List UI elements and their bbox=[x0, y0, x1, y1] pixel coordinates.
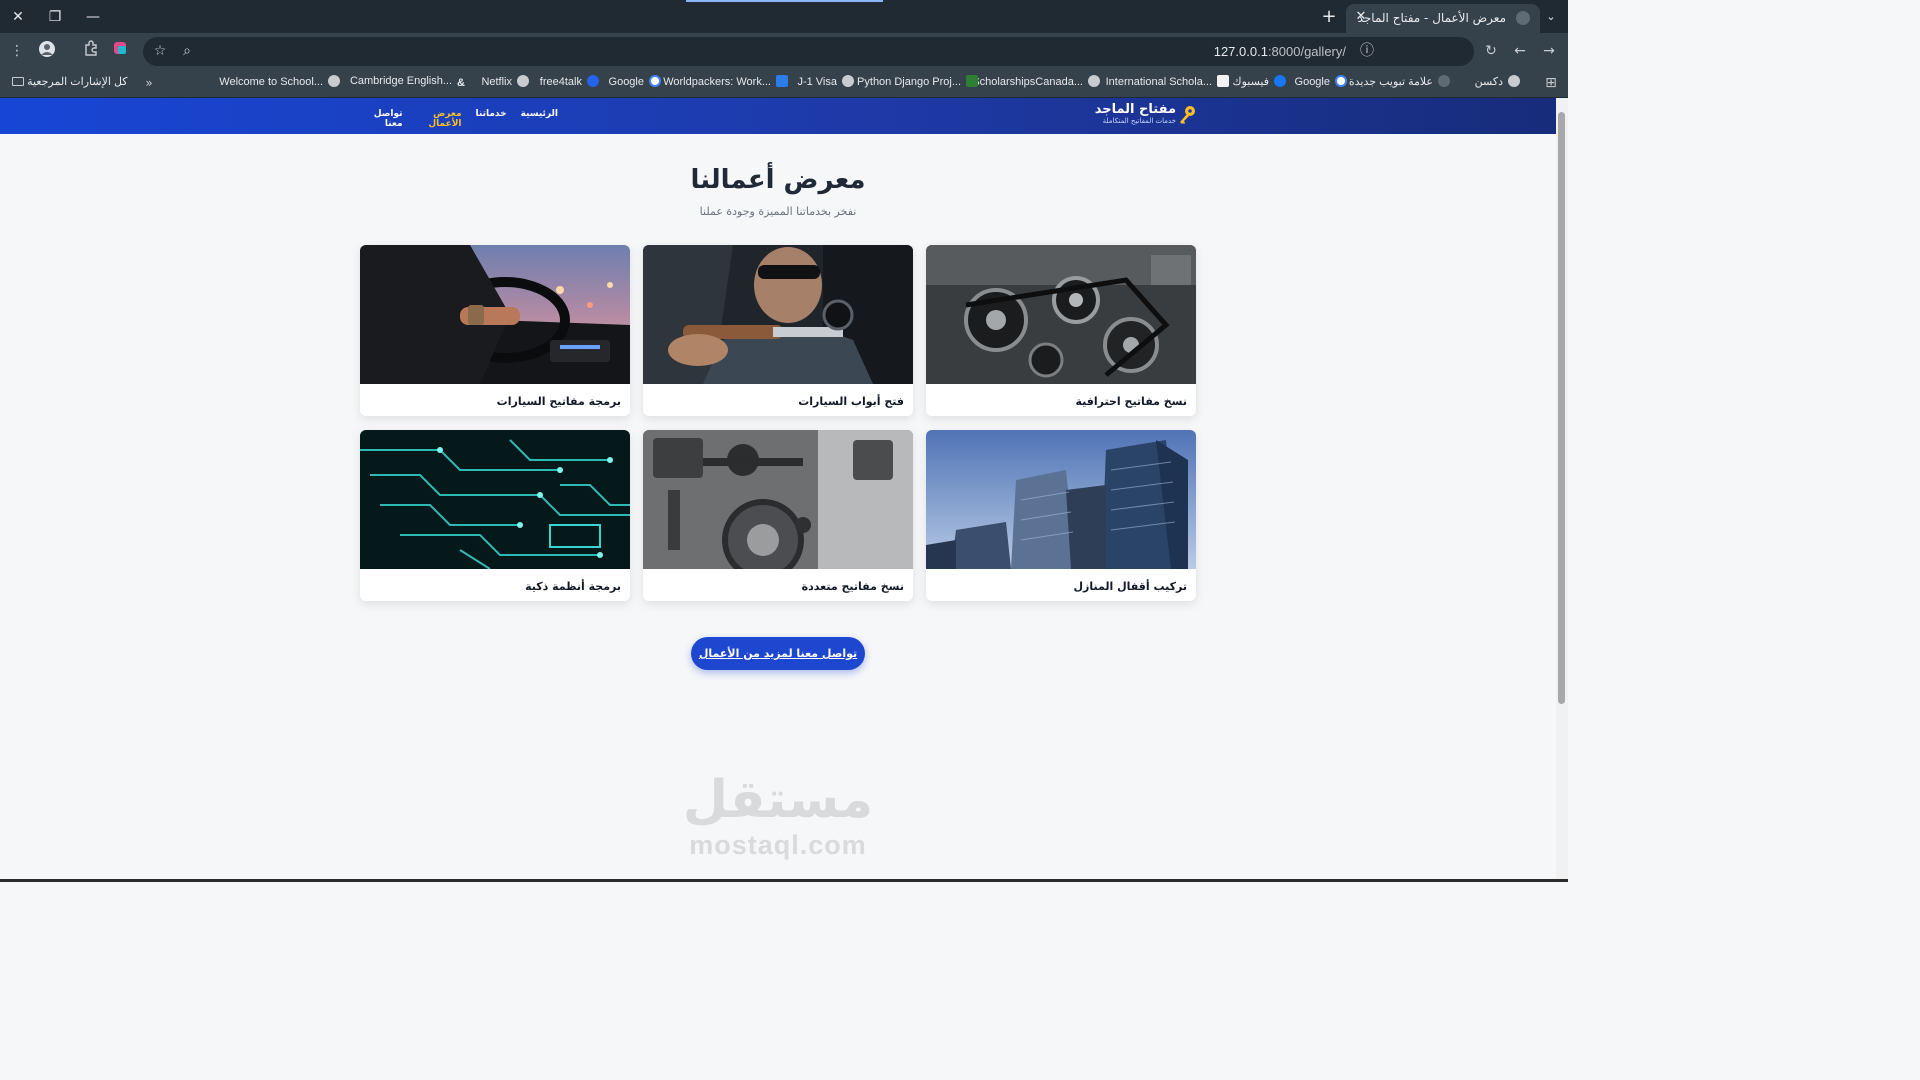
zoom-search-icon[interactable]: ⌕ bbox=[176, 40, 198, 62]
scrollbar-thumb[interactable] bbox=[1558, 112, 1565, 704]
bookmark-item[interactable]: فيسبوك bbox=[1233, 75, 1286, 88]
tab-favicon-icon bbox=[1516, 11, 1530, 25]
card-caption: فتح أبواب السيارات bbox=[798, 395, 904, 408]
google-icon bbox=[649, 75, 661, 87]
gallery-card[interactable]: نسخ مفاتيح احترافية bbox=[926, 245, 1196, 416]
all-bookmarks-button[interactable]: كل الإشارات المرجعية bbox=[12, 75, 128, 88]
skyscrapers-photo bbox=[926, 430, 1196, 569]
bookmarks-bar: ⊞ دكسن علامة تبويب جديدة Google فيسبوك I… bbox=[0, 69, 1568, 98]
gallery-card[interactable]: برمجة مفاتيح السيارات bbox=[360, 245, 630, 416]
nav-contact[interactable]: تواصل معنا bbox=[368, 109, 403, 129]
technician-tool-photo bbox=[643, 245, 913, 384]
forward-icon[interactable]: → bbox=[1538, 40, 1560, 62]
window-close-icon[interactable]: ✕ bbox=[7, 6, 29, 28]
bookmark-item[interactable]: Google bbox=[1295, 75, 1347, 88]
facebook-icon bbox=[1274, 75, 1286, 87]
bookmark-item[interactable]: International Schola... bbox=[1106, 75, 1229, 88]
more-bookmarks-chevron-icon[interactable]: » bbox=[138, 72, 160, 94]
tab-title: معرض الأعمال - مفتاح الماجد bbox=[1357, 11, 1506, 25]
tab-close-icon[interactable]: ✕ bbox=[1352, 8, 1370, 26]
contact-more-button[interactable]: تواصل معنا لمزيد من الأعمال bbox=[691, 637, 865, 670]
gallery-card[interactable]: نسخ مفاتيح متعددة bbox=[643, 430, 913, 601]
reload-icon[interactable]: ↻ bbox=[1480, 40, 1502, 62]
site-header: مفتاح الماجد خدمات المفاتيح المتكاملة ال… bbox=[0, 98, 1556, 134]
nav-services[interactable]: خدماتنا bbox=[476, 109, 507, 129]
back-icon[interactable]: ← bbox=[1509, 40, 1531, 62]
folder-icon bbox=[12, 77, 24, 86]
watermark-latin: mostaql.com bbox=[689, 830, 867, 860]
bookmark-item[interactable]: free4talk bbox=[540, 75, 599, 88]
car-driver-photo bbox=[360, 245, 630, 384]
nav-gallery[interactable]: معرض الأعمال bbox=[417, 109, 461, 129]
bookmark-item[interactable]: Cambridge English... & bbox=[350, 75, 465, 89]
django-icon bbox=[966, 75, 978, 87]
page-subtitle: نفخر بخدماتنا المميزة وجودة عملنا bbox=[699, 205, 857, 218]
bookmark-item[interactable]: علامة تبويب جديدة bbox=[1349, 75, 1450, 88]
globe-icon bbox=[517, 75, 529, 87]
card-caption: برمجة أنظمة ذكية bbox=[525, 580, 621, 593]
url-text[interactable]: 127.0.0.1:8000/gallery/ bbox=[1214, 44, 1346, 59]
school-icon bbox=[1217, 75, 1229, 87]
site-brand[interactable]: مفتاح الماجد خدمات المفاتيح المتكاملة bbox=[1095, 102, 1176, 125]
browser-tab[interactable]: معرض الأعمال - مفتاح الماجد ✕ bbox=[1346, 4, 1540, 33]
bookmark-item[interactable]: ScholarshipsCanada... bbox=[972, 75, 1100, 88]
globe-icon bbox=[1508, 75, 1520, 87]
brand-tagline: خدمات المفاتيح المتكاملة bbox=[1102, 117, 1176, 125]
key-icon bbox=[1180, 106, 1195, 124]
window-restore-icon[interactable]: ❐ bbox=[44, 6, 66, 28]
bookmark-item[interactable]: J-1 Visa bbox=[797, 75, 854, 88]
tab-strip-indicator bbox=[686, 0, 883, 2]
watermark-arabic: مستقل bbox=[682, 770, 874, 830]
extension-colorful-icon[interactable] bbox=[109, 40, 131, 62]
card-caption: نسخ مفاتيح متعددة bbox=[801, 580, 904, 593]
circuit-board-photo bbox=[360, 430, 630, 569]
globe-icon bbox=[328, 75, 340, 87]
main-nav: الرئيسية خدماتنا معرض الأعمال تواصل معنا bbox=[368, 109, 558, 129]
card-caption: برمجة مفاتيح السيارات bbox=[496, 395, 621, 408]
page-scrollbar[interactable] bbox=[1556, 98, 1568, 882]
google-icon bbox=[1335, 75, 1347, 87]
window-bottom-edge bbox=[0, 879, 1568, 882]
globe-icon bbox=[842, 75, 854, 87]
brand-name: مفتاح الماجد bbox=[1094, 102, 1176, 117]
address-bar[interactable]: ☆ ⌕ 127.0.0.1:8000/gallery/ ⓘ bbox=[143, 37, 1474, 66]
bookmark-item[interactable]: Netflix bbox=[481, 75, 529, 88]
card-caption: نسخ مفاتيح احترافية bbox=[1075, 395, 1187, 408]
bookmark-item[interactable]: Welcome to School... bbox=[219, 75, 340, 88]
bookmark-item[interactable]: Worldpackers: Work... bbox=[663, 75, 788, 88]
gallery-card[interactable]: تركيب أقفال المنازل bbox=[926, 430, 1196, 601]
new-tab-icon[interactable]: + bbox=[1318, 6, 1340, 28]
browser-titlebar: ✕ ❐ — + معرض الأعمال - مفتاح الماجد ✕ ⌄ bbox=[0, 0, 1568, 33]
ampersand-icon: & bbox=[457, 77, 465, 89]
site-info-icon[interactable]: ⓘ bbox=[1356, 40, 1378, 62]
menu-kebab-icon[interactable]: ⋮ bbox=[6, 40, 28, 62]
bookmark-item[interactable]: دكسن bbox=[1475, 75, 1520, 88]
free4talk-icon bbox=[587, 75, 599, 87]
window-minimize-icon[interactable]: — bbox=[82, 6, 104, 28]
gallery-card[interactable]: برمجة أنظمة ذكية bbox=[360, 430, 630, 601]
gallery-card[interactable]: فتح أبواب السيارات bbox=[643, 245, 913, 416]
tab-search-chevron-icon[interactable]: ⌄ bbox=[1540, 6, 1562, 28]
vault-door-photo bbox=[643, 430, 913, 569]
bookmark-item[interactable]: Python Django Proj... bbox=[857, 75, 978, 88]
newtab-icon bbox=[1438, 75, 1450, 87]
bookmark-star-icon[interactable]: ☆ bbox=[149, 40, 171, 62]
worldpackers-icon bbox=[776, 75, 788, 87]
car-engine-photo bbox=[926, 245, 1196, 384]
apps-grid-icon[interactable]: ⊞ bbox=[1540, 72, 1562, 94]
globe-icon bbox=[1088, 75, 1100, 87]
extensions-puzzle-icon[interactable] bbox=[80, 40, 102, 62]
browser-toolbar: ⋮ ☆ ⌕ 127.0.0.1:8000/gallery/ ⓘ ↻ ← → bbox=[0, 33, 1568, 69]
mostaql-watermark: مستقل mostaql.com bbox=[0, 770, 1556, 861]
card-caption: تركيب أقفال المنازل bbox=[1073, 580, 1187, 593]
page-title: معرض أعمالنا bbox=[690, 165, 866, 195]
bookmark-item[interactable]: Google bbox=[609, 75, 661, 88]
profile-avatar-icon[interactable] bbox=[36, 40, 58, 62]
nav-home[interactable]: الرئيسية bbox=[521, 109, 558, 129]
